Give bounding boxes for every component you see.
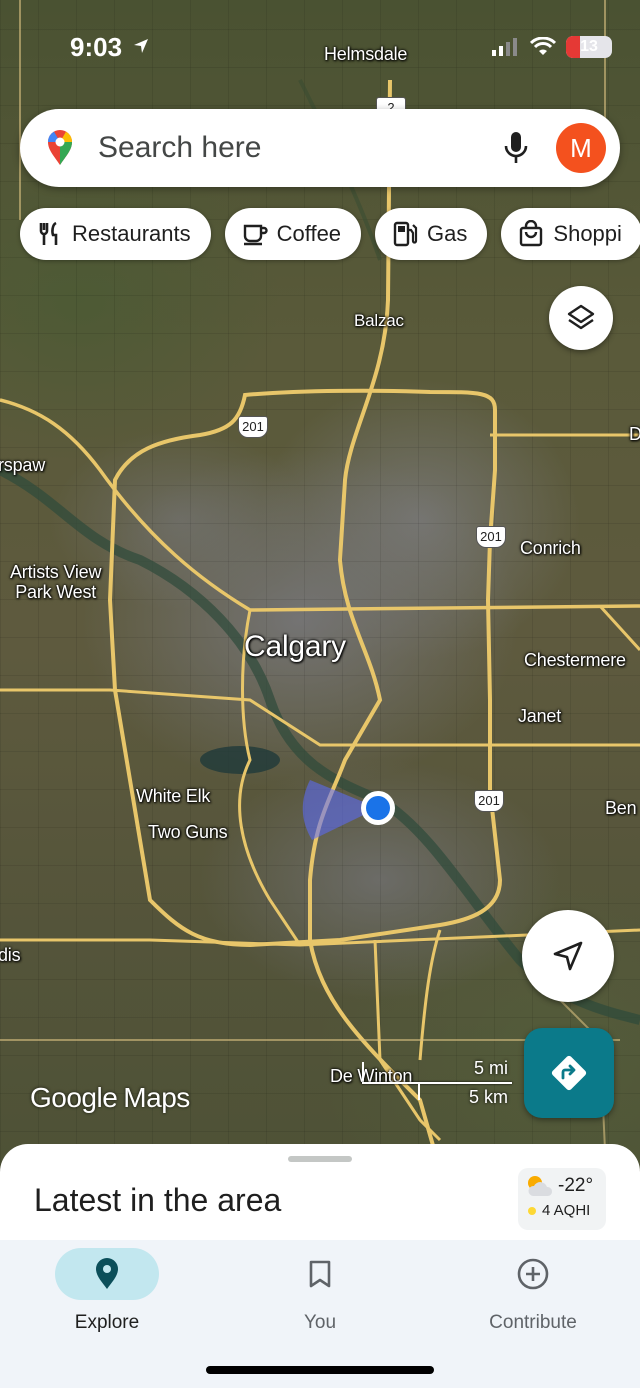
sheet-drag-handle[interactable]	[288, 1156, 352, 1162]
google-maps-pin-icon	[47, 130, 72, 165]
status-bar-time: 9:03	[70, 32, 149, 63]
map-label-conrich: Conrich	[520, 538, 581, 558]
shopping-bag-icon	[520, 220, 543, 247]
wifi-icon	[530, 37, 556, 55]
glenmore-reservoir	[200, 746, 280, 774]
map-label-artists-view-line1: Artists View	[10, 562, 102, 582]
nav-tab-you[interactable]: You	[240, 1248, 400, 1334]
battery-level: 13	[580, 38, 598, 55]
location-arrow-icon	[134, 39, 149, 53]
map-label-two-guns: Two Guns	[148, 822, 228, 842]
aqi-dot-icon	[528, 1206, 536, 1215]
nav-label-you: You	[303, 1312, 337, 1333]
directions-icon	[551, 1055, 587, 1091]
highway-shield-201-east: 201	[476, 526, 506, 548]
scale-miles: 5 mi	[473, 1058, 508, 1078]
status-bar-indicators: 13	[492, 36, 612, 58]
map-label-ben: Ben	[605, 798, 637, 818]
map-label-white-elk: White Elk	[136, 786, 211, 806]
my-location-dot	[366, 796, 390, 820]
layers-icon	[567, 304, 595, 330]
account-avatar[interactable]: M	[556, 123, 606, 173]
highway-shield-201-southeast: 201	[474, 790, 504, 812]
scale-kilometers: 5 km	[468, 1087, 508, 1107]
highway-shield-201-north: 201	[238, 416, 268, 438]
partly-cloudy-icon	[528, 1176, 553, 1196]
chip-restaurants-label: Restaurants	[72, 221, 191, 246]
search-input[interactable]: Search here	[98, 131, 496, 165]
add-circle-icon	[517, 1258, 549, 1290]
map-label-calgary: Calgary	[244, 630, 346, 663]
chip-gas[interactable]: Gas	[375, 208, 488, 260]
battery-icon: 13	[566, 36, 612, 58]
nav-label-explore: Explore	[74, 1312, 140, 1333]
map-label-chestermere: Chestermere	[524, 650, 626, 670]
weather-aqi: 4 AQHI	[542, 1202, 591, 1219]
weather-card[interactable]: -22° 4 AQHI	[518, 1168, 606, 1230]
category-chips: Restaurants Coffee Gas Shoppi	[20, 208, 640, 260]
map-label-artists-view-line2: Park West	[15, 582, 97, 602]
google-wordmark: Google	[30, 1082, 118, 1113]
home-indicator[interactable]	[206, 1366, 434, 1374]
nav-label-contribute: Contribute	[489, 1312, 577, 1333]
chip-coffee-label: Coffee	[276, 221, 342, 246]
map-label-helmsdale: Helmsdale	[324, 44, 408, 64]
coffee-icon	[243, 224, 268, 246]
mic-icon[interactable]	[496, 128, 536, 168]
weather-temperature: -22°	[558, 1175, 594, 1196]
sheet-title: Latest in the area	[34, 1182, 282, 1218]
map-label-balzac: Balzac	[354, 311, 404, 330]
map-scale-bar: 5 mi 5 km	[362, 1058, 512, 1108]
status-time-text: 9:03	[70, 32, 123, 62]
map-label-janet: Janet	[518, 706, 562, 726]
navigation-arrow-icon	[553, 941, 583, 971]
chip-shopping[interactable]: Shoppi	[501, 208, 640, 260]
map-label-artists-view: Artists View Park West	[10, 562, 101, 602]
search-bar[interactable]: Search here M	[20, 109, 620, 187]
bookmark-icon	[309, 1260, 331, 1288]
explore-pin-icon	[96, 1258, 118, 1289]
nav-tab-explore[interactable]: Explore	[27, 1248, 187, 1334]
directions-button[interactable]	[524, 1028, 614, 1118]
map-label-d-edge: D	[629, 424, 640, 444]
nav-tab-contribute[interactable]: Contribute	[453, 1248, 613, 1334]
signal-icon	[492, 38, 517, 56]
google-maps-attribution: Google Maps	[30, 1082, 190, 1114]
restaurant-icon	[39, 221, 58, 245]
map-label-arspaw: rspaw	[0, 455, 46, 475]
explore-bottom-sheet[interactable]: Latest in the area -22° 4 AQHI	[0, 1144, 640, 1254]
chip-coffee[interactable]: Coffee	[224, 208, 362, 260]
maps-wordmark: Maps	[123, 1082, 190, 1113]
map-layers-button[interactable]	[549, 286, 613, 350]
map-label-dis: dis	[0, 945, 21, 965]
my-location-button[interactable]	[522, 910, 614, 1002]
chip-shopping-label: Shoppi	[553, 221, 622, 246]
chip-restaurants[interactable]: Restaurants	[20, 208, 211, 260]
chip-gas-label: Gas	[427, 221, 468, 246]
gas-station-icon	[393, 221, 418, 247]
